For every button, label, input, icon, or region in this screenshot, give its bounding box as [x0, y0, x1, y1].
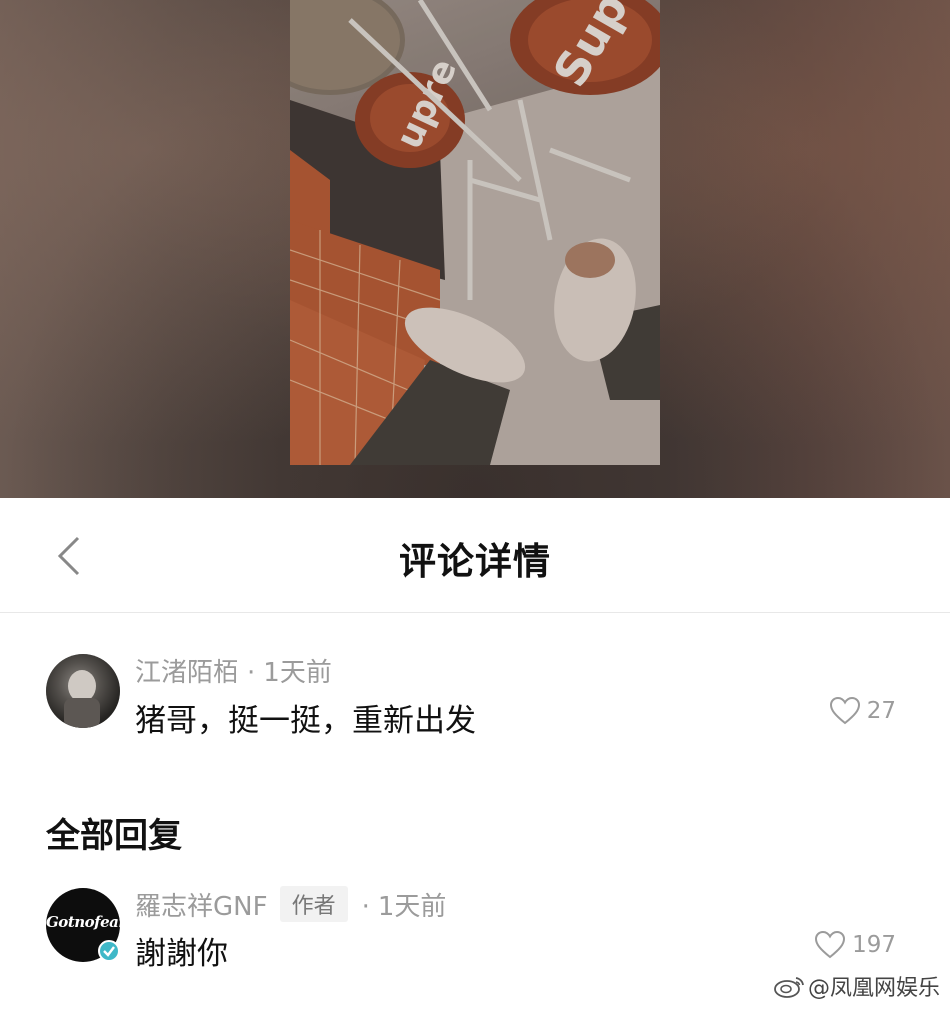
avatar[interactable] [46, 654, 120, 728]
avatar-logo-text: Gotnofears [46, 913, 134, 931]
like-button[interactable]: 27 [829, 696, 896, 725]
meta-separator: · [247, 658, 256, 688]
watermark-text: @凤凰网娱乐 [807, 976, 940, 1001]
verified-check-icon [103, 946, 115, 957]
like-count: 27 [866, 697, 896, 724]
like-count: 197 [852, 931, 896, 958]
avatar[interactable]: Gotnofears [46, 888, 134, 962]
comment-text: 猪哥，挺一挺，重新出发 [135, 703, 476, 739]
reply-text: 謝謝你 [135, 936, 228, 972]
reply-time: 1天前 [377, 892, 447, 922]
comment-author[interactable]: 江渚陌栢 [135, 658, 239, 688]
like-button[interactable]: 197 [814, 930, 896, 959]
page-title: 评论详情 [399, 540, 551, 583]
weibo-icon [774, 977, 804, 998]
comment-image-backdrop: Sup upre [0, 0, 950, 498]
replies-section-title: 全部回复 [46, 816, 182, 856]
heart-outline-icon [829, 696, 860, 725]
reply-author[interactable]: 羅志祥GNF [135, 892, 268, 922]
comment-meta: 江渚陌栢 · 1天前 [135, 652, 332, 689]
verified-badge [98, 940, 120, 962]
heart-outline-icon [815, 930, 846, 959]
watermark: @凤凰网娱乐 [772, 970, 940, 1002]
comment: 江渚陌栢 · 1天前 猪哥，挺一挺，重新出发 27 [0, 640, 950, 750]
comment-image[interactable]: Sup upre [290, 0, 660, 465]
meta-separator: · [361, 892, 370, 922]
reply-meta: 羅志祥GNF 作者 · 1天前 [135, 886, 446, 923]
page-header: 评论详情 [0, 498, 950, 613]
author-tag: 作者 [279, 886, 348, 922]
comment-time: 1天前 [263, 658, 332, 688]
